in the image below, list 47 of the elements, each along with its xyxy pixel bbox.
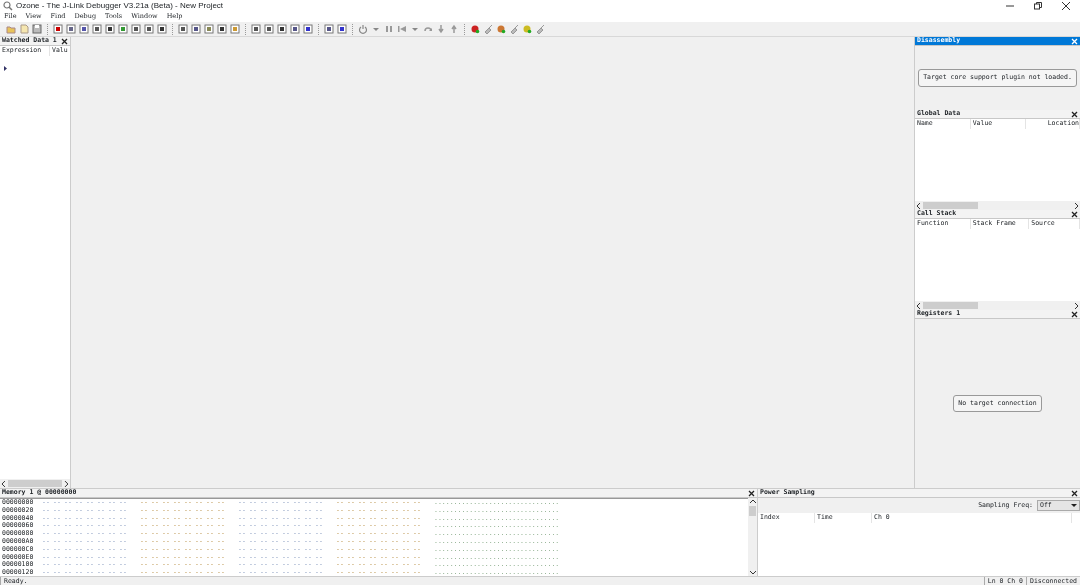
search-icon bbox=[3, 1, 13, 11]
window-icon[interactable] bbox=[290, 24, 300, 34]
scroll-right-icon[interactable] bbox=[1072, 201, 1080, 210]
scroll-right-icon[interactable] bbox=[62, 479, 70, 488]
close-icon[interactable] bbox=[1071, 310, 1078, 318]
scroll-left-icon[interactable] bbox=[0, 479, 8, 488]
window-icon[interactable] bbox=[53, 24, 63, 34]
window-icon[interactable] bbox=[66, 24, 76, 34]
window-icon[interactable] bbox=[79, 24, 89, 34]
window-icon[interactable] bbox=[303, 24, 313, 34]
window-icon[interactable] bbox=[92, 24, 102, 34]
expand-arrow-icon[interactable] bbox=[3, 65, 8, 73]
window-icon[interactable] bbox=[157, 24, 167, 34]
window-icon[interactable] bbox=[178, 24, 188, 34]
window-icon[interactable] bbox=[131, 24, 141, 34]
window-title: Ozone - The J-Link Debugger V3.21a (Beta) - New Project bbox=[16, 0, 225, 12]
window-icon[interactable] bbox=[191, 24, 201, 34]
breakpoint-icon[interactable] bbox=[496, 24, 506, 34]
scroll-left-icon[interactable] bbox=[915, 201, 923, 210]
window-icon[interactable] bbox=[105, 24, 115, 34]
window-icon[interactable] bbox=[217, 24, 227, 34]
window-icon[interactable] bbox=[144, 24, 154, 34]
scroll-down-icon[interactable] bbox=[748, 568, 757, 576]
close-icon[interactable] bbox=[61, 37, 68, 45]
scroll-left-icon[interactable] bbox=[915, 301, 923, 310]
window-icon[interactable] bbox=[324, 24, 334, 34]
caret-icon bbox=[1071, 504, 1077, 507]
window-icon[interactable] bbox=[337, 24, 347, 34]
close-icon[interactable] bbox=[1071, 489, 1078, 497]
window-icon[interactable] bbox=[264, 24, 274, 34]
breakpoint-icon[interactable] bbox=[522, 24, 532, 34]
close-icon[interactable] bbox=[1071, 110, 1078, 118]
window-icon[interactable] bbox=[277, 24, 287, 34]
scroll-up-icon[interactable] bbox=[748, 498, 757, 506]
scrollbar-thumb[interactable] bbox=[749, 506, 756, 516]
scrollbar-thumb[interactable] bbox=[923, 302, 978, 309]
restore-icon[interactable] bbox=[1033, 1, 1043, 11]
breakpoint-icon[interactable] bbox=[470, 24, 480, 34]
close-icon[interactable] bbox=[1071, 210, 1078, 218]
window-icon[interactable] bbox=[251, 24, 261, 34]
close-icon[interactable] bbox=[748, 489, 755, 497]
scrollbar-thumb[interactable] bbox=[923, 202, 978, 209]
scrollbar-thumb[interactable] bbox=[7, 480, 63, 487]
save-icon[interactable] bbox=[32, 24, 42, 34]
power-icon[interactable] bbox=[358, 24, 368, 34]
scroll-right-icon[interactable] bbox=[1072, 301, 1080, 310]
close-icon[interactable] bbox=[1061, 1, 1071, 11]
